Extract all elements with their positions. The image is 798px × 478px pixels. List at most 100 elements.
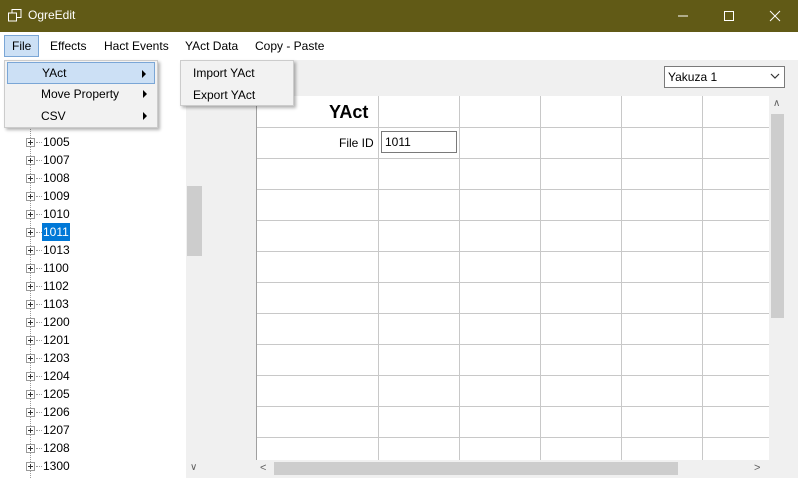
expand-icon[interactable] [26,372,35,381]
grid-cell[interactable] [622,221,703,252]
minimize-button[interactable] [660,0,706,32]
grid-cell[interactable] [379,376,460,407]
grid-cell[interactable] [622,283,703,314]
grid-cell[interactable] [379,314,460,345]
menu-item-import-yact[interactable]: Import YAct [183,62,291,84]
grid-cell[interactable] [622,345,703,376]
expand-icon[interactable] [26,408,35,417]
scroll-up-icon[interactable]: ∧ [773,98,780,109]
grid-cell[interactable] [379,190,460,221]
grid-cell[interactable] [379,159,460,190]
grid-cell[interactable] [379,407,460,438]
grid-hscroll-thumb[interactable] [274,462,678,475]
grid-cell[interactable] [622,252,703,283]
grid-cell[interactable] [622,190,703,221]
grid-cell[interactable] [541,128,622,159]
expand-icon[interactable] [26,300,35,309]
grid-cell[interactable] [460,407,541,438]
grid-cell[interactable] [379,252,460,283]
grid-cell[interactable] [541,221,622,252]
grid-cell[interactable] [622,407,703,438]
grid-cell[interactable] [622,96,703,128]
menu-item-move-property[interactable]: Move Property [7,83,155,105]
grid-cell[interactable] [460,128,541,159]
grid-cell[interactable] [460,314,541,345]
grid-cell[interactable] [541,407,622,438]
scroll-left-icon[interactable]: < [260,462,266,474]
expand-icon[interactable] [26,228,35,237]
scroll-down-icon[interactable]: ∨ [190,462,197,473]
grid-cell[interactable] [622,314,703,345]
grid-cell[interactable] [622,159,703,190]
grid-cell[interactable] [541,159,622,190]
menu-item-export-yact[interactable]: Export YAct [183,84,291,106]
grid-cell[interactable] [257,221,379,252]
grid-horizontal-scrollbar[interactable]: < > [256,460,769,477]
expand-icon[interactable] [26,264,35,273]
expand-icon[interactable] [26,282,35,291]
grid-cell[interactable] [460,345,541,376]
grid-cell[interactable] [541,345,622,376]
expand-icon[interactable] [26,318,35,327]
expand-icon[interactable] [26,210,35,219]
expand-icon[interactable] [26,336,35,345]
grid-cell[interactable] [379,283,460,314]
maximize-button[interactable] [706,0,752,32]
grid-cell[interactable] [541,96,622,128]
menu-item-yact[interactable]: YAct [7,62,155,84]
grid-cell[interactable] [541,190,622,221]
grid-cell[interactable] [622,438,703,460]
grid-cell[interactable] [460,376,541,407]
grid-cell[interactable] [460,221,541,252]
game-select[interactable]: Yakuza 1 [664,66,785,88]
grid-cell[interactable] [460,252,541,283]
grid-cell[interactable] [257,252,379,283]
grid-cell[interactable] [379,438,460,460]
grid-cell[interactable] [257,283,379,314]
grid-cell[interactable] [257,438,379,460]
grid-vscroll-thumb[interactable] [771,114,784,318]
file-id-input[interactable] [381,131,457,153]
expand-icon[interactable] [26,426,35,435]
tree-scroll-thumb[interactable] [187,186,202,256]
grid-cell[interactable] [622,128,703,159]
grid-cell[interactable] [257,376,379,407]
expand-icon[interactable] [26,462,35,471]
grid-cell[interactable] [541,252,622,283]
expand-icon[interactable] [26,444,35,453]
grid-vertical-scrollbar[interactable]: ∧ [769,96,786,460]
grid-cell[interactable] [541,314,622,345]
grid-cell[interactable] [622,376,703,407]
grid-cell[interactable] [460,159,541,190]
expand-icon[interactable] [26,354,35,363]
expand-icon[interactable] [26,156,35,165]
grid-cell[interactable] [257,407,379,438]
close-button[interactable] [752,0,798,32]
grid-cell[interactable] [379,96,460,128]
menu-copy-paste[interactable]: Copy - Paste [248,35,331,57]
menu-effects[interactable]: Effects [43,35,93,57]
grid-cell[interactable] [460,283,541,314]
expand-icon[interactable] [26,390,35,399]
grid-cell[interactable] [257,314,379,345]
expand-icon[interactable] [26,174,35,183]
menu-item-csv[interactable]: CSV [7,105,155,127]
grid-cell[interactable] [379,345,460,376]
grid-cell[interactable] [541,376,622,407]
menu-hact-events[interactable]: Hact Events [97,35,176,57]
grid-cell[interactable] [257,190,379,221]
menu-file[interactable]: File [4,35,40,57]
grid-cell[interactable] [541,438,622,460]
expand-icon[interactable] [26,246,35,255]
grid-cell[interactable] [257,345,379,376]
grid-cell[interactable] [460,96,541,128]
menu-yact-data[interactable]: YAct Data [178,35,245,57]
scroll-right-icon[interactable]: > [754,462,760,474]
expand-icon[interactable] [26,192,35,201]
tree-scrollbar[interactable]: ∨ [186,60,203,478]
grid-cell[interactable] [379,221,460,252]
grid-cell[interactable] [460,190,541,221]
grid-cell[interactable] [257,159,379,190]
grid-cell[interactable] [541,283,622,314]
expand-icon[interactable] [26,138,35,147]
